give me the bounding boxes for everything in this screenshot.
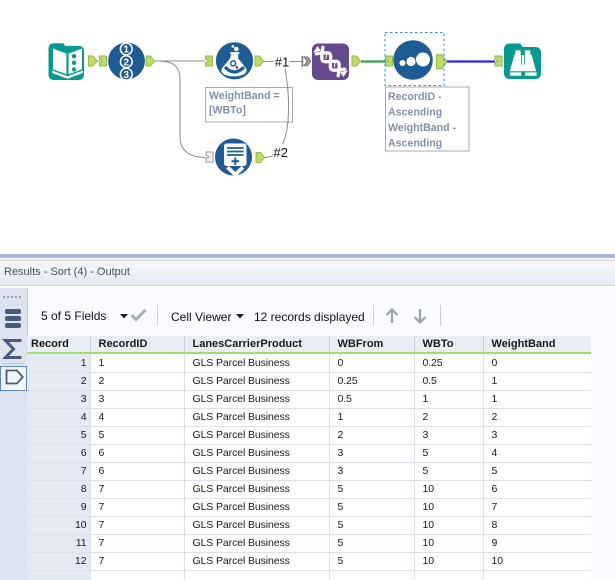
svg-text:WeightBand -: WeightBand - [388, 122, 457, 134]
svg-text:Ascending: Ascending [388, 107, 442, 119]
svg-text:[WBTo]: [WBTo] [209, 105, 246, 117]
svg-text:2: 2 [124, 57, 130, 68]
svg-text:RecordID -: RecordID - [388, 91, 442, 103]
svg-text:#1: #1 [275, 55, 289, 70]
svg-text:1: 1 [124, 45, 130, 56]
svg-text:3: 3 [124, 70, 130, 81]
svg-text:WeightBand =: WeightBand = [209, 90, 280, 102]
svg-text:#2: #2 [274, 145, 288, 160]
svg-text:Ascending: Ascending [388, 138, 442, 150]
